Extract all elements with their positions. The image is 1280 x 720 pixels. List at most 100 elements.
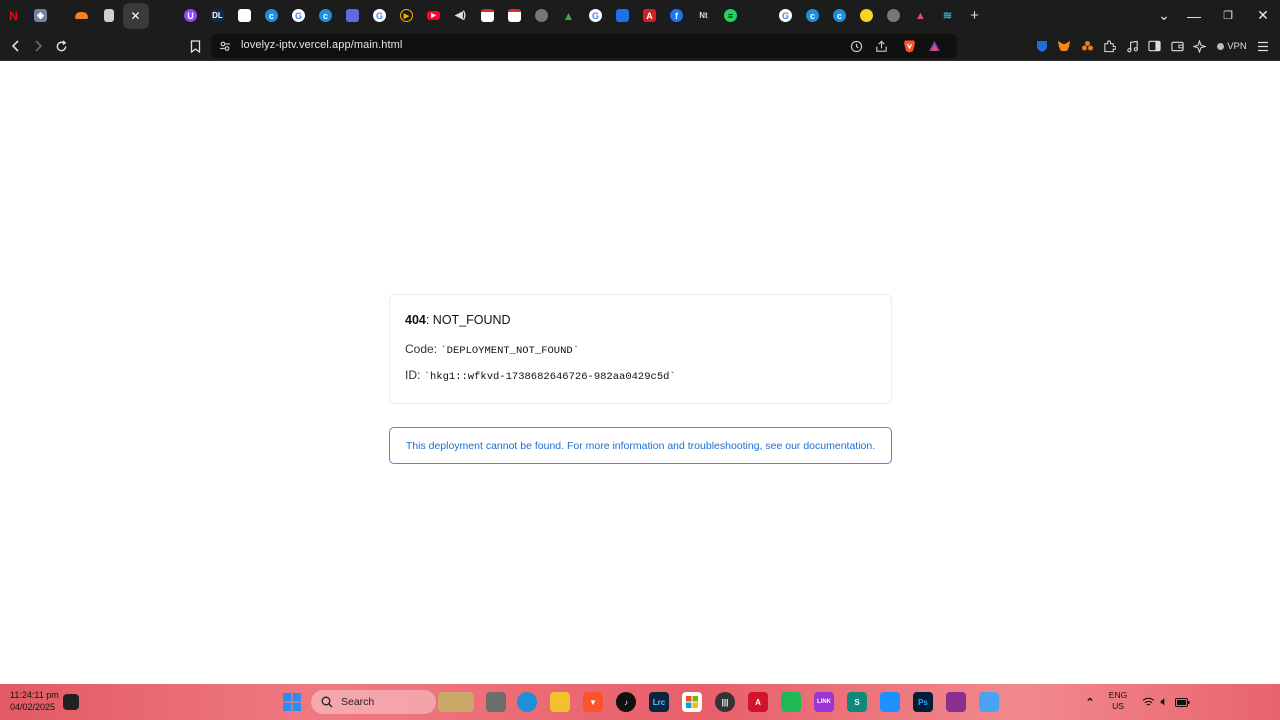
task-view-icon[interactable] bbox=[486, 692, 506, 712]
documentation-notice[interactable]: This deployment cannot be found. For mor… bbox=[389, 427, 892, 464]
tab[interactable]: ▲ bbox=[556, 3, 582, 29]
tab[interactable] bbox=[854, 3, 880, 29]
leo-ai-button[interactable] bbox=[1189, 36, 1209, 56]
tab[interactable]: c bbox=[259, 3, 285, 29]
tab[interactable]: G bbox=[773, 3, 799, 29]
google-icon: G bbox=[373, 9, 386, 22]
forward-arrow-icon bbox=[35, 40, 43, 52]
url-text[interactable]: lovelyz-iptv.vercel.app/main.html bbox=[241, 39, 402, 51]
notepad-icon[interactable] bbox=[979, 692, 999, 712]
close-window-button[interactable]: ✕ bbox=[1246, 0, 1280, 31]
design-app-icon[interactable] bbox=[880, 692, 900, 712]
brave-rewards-icon[interactable] bbox=[926, 38, 942, 54]
forward-button[interactable] bbox=[28, 36, 48, 56]
new-tab-button[interactable]: + bbox=[962, 3, 988, 29]
battery-icon[interactable] bbox=[1172, 692, 1192, 712]
google-icon: G bbox=[779, 9, 792, 22]
audio-app-icon[interactable]: ||| bbox=[715, 692, 735, 712]
tab[interactable] bbox=[881, 3, 907, 29]
tray-overflow-icon[interactable]: ⌃ bbox=[1080, 692, 1100, 712]
acrobat-icon[interactable]: A bbox=[748, 692, 768, 712]
tab[interactable]: G bbox=[367, 3, 393, 29]
history-icon[interactable] bbox=[848, 38, 864, 54]
vpn-button[interactable]: VPN bbox=[1215, 36, 1249, 56]
tiktok-icon[interactable]: ♪ bbox=[616, 692, 636, 712]
search-label: Search bbox=[341, 696, 375, 708]
tab[interactable]: Nt bbox=[691, 3, 717, 29]
brave-shields-icon[interactable] bbox=[901, 38, 917, 54]
tab[interactable]: DL bbox=[205, 3, 231, 29]
clock[interactable]: 11:24:11 pm 04/02/2025 bbox=[10, 689, 59, 713]
wallet-button[interactable] bbox=[1167, 36, 1187, 56]
tab[interactable] bbox=[610, 3, 636, 29]
tab[interactable] bbox=[69, 3, 95, 29]
tab[interactable]: ≋ bbox=[935, 3, 961, 29]
tab[interactable]: G bbox=[286, 3, 312, 29]
volume-icon[interactable]: 🔈︎ bbox=[1154, 692, 1174, 712]
media-button[interactable] bbox=[1122, 36, 1142, 56]
restore-button[interactable]: ❐ bbox=[1211, 0, 1245, 31]
tab[interactable] bbox=[475, 3, 501, 29]
extensions-button[interactable] bbox=[1099, 36, 1119, 56]
file-explorer-icon[interactable] bbox=[550, 692, 570, 712]
google-icon: G bbox=[589, 9, 602, 22]
tab[interactable]: ▲ bbox=[908, 3, 934, 29]
winrar-icon[interactable] bbox=[946, 692, 966, 712]
notification-icon[interactable] bbox=[63, 694, 79, 710]
tab[interactable]: c bbox=[827, 3, 853, 29]
tab[interactable]: G bbox=[583, 3, 609, 29]
tab[interactable] bbox=[232, 3, 258, 29]
tab[interactable]: ◀) bbox=[448, 3, 474, 29]
app-icon[interactable]: LINK bbox=[814, 692, 834, 712]
menu-button[interactable] bbox=[1253, 36, 1273, 56]
widgets-icon[interactable] bbox=[438, 692, 474, 712]
tab[interactable]: c bbox=[313, 3, 339, 29]
tab-active[interactable]: ✕ bbox=[122, 2, 149, 29]
start-button[interactable] bbox=[282, 692, 302, 712]
windows-logo-icon bbox=[283, 693, 301, 711]
close-icon[interactable]: ✕ bbox=[130, 9, 140, 23]
tab[interactable] bbox=[340, 3, 366, 29]
play-icon: ▶ bbox=[400, 9, 413, 22]
tab[interactable] bbox=[96, 3, 122, 29]
brave-icon[interactable]: ▼ bbox=[583, 692, 603, 712]
bookmark-button[interactable] bbox=[185, 36, 205, 56]
android-studio-icon[interactable] bbox=[781, 692, 801, 712]
minimize-button[interactable]: — bbox=[1177, 0, 1211, 31]
notice-text[interactable]: This deployment cannot be found. For mor… bbox=[406, 440, 875, 452]
tab[interactable]: ◆ bbox=[28, 3, 54, 29]
lightroom-icon[interactable]: Lrc bbox=[649, 692, 669, 712]
edge-icon[interactable] bbox=[517, 692, 537, 712]
tab[interactable]: c bbox=[800, 3, 826, 29]
address-bar[interactable]: lovelyz-iptv.vercel.app/main.html bbox=[211, 34, 957, 58]
page-content: 404: NOT_FOUND Code: `DEPLOYMENT_NOT_FOU… bbox=[0, 61, 1280, 684]
tab[interactable]: N bbox=[1, 3, 27, 29]
tab[interactable] bbox=[502, 3, 528, 29]
globe-icon bbox=[887, 9, 900, 22]
bitwarden-extension[interactable] bbox=[1032, 36, 1052, 56]
tab[interactable] bbox=[529, 3, 555, 29]
puzzle-icon bbox=[1103, 39, 1116, 52]
tab[interactable]: ▶ bbox=[421, 3, 447, 29]
share-icon[interactable] bbox=[873, 38, 889, 54]
restore-icon: ❐ bbox=[1223, 10, 1233, 22]
tab[interactable]: A bbox=[637, 3, 663, 29]
extension-button[interactable] bbox=[1077, 36, 1097, 56]
taskbar-search[interactable]: Search bbox=[311, 690, 436, 714]
yellow-circle-icon bbox=[860, 9, 873, 22]
shield-tab-icon: ◆ bbox=[34, 9, 47, 22]
reload-button[interactable] bbox=[51, 36, 71, 56]
tab-search-button[interactable]: ⌄ bbox=[1147, 0, 1181, 31]
metamask-extension[interactable] bbox=[1054, 36, 1074, 56]
language-indicator[interactable]: ENG US bbox=[1106, 690, 1130, 712]
surfshark-icon[interactable]: S bbox=[847, 692, 867, 712]
tab[interactable]: U bbox=[178, 3, 204, 29]
ms-store-icon[interactable] bbox=[682, 692, 702, 712]
tab[interactable]: ▶ bbox=[394, 3, 420, 29]
site-info-icon[interactable] bbox=[217, 38, 233, 54]
photoshop-icon[interactable]: Ps bbox=[913, 692, 933, 712]
tab[interactable]: ≡ bbox=[718, 3, 744, 29]
back-button[interactable] bbox=[6, 36, 26, 56]
tab[interactable]: f bbox=[664, 3, 690, 29]
sidebar-button[interactable] bbox=[1144, 36, 1164, 56]
